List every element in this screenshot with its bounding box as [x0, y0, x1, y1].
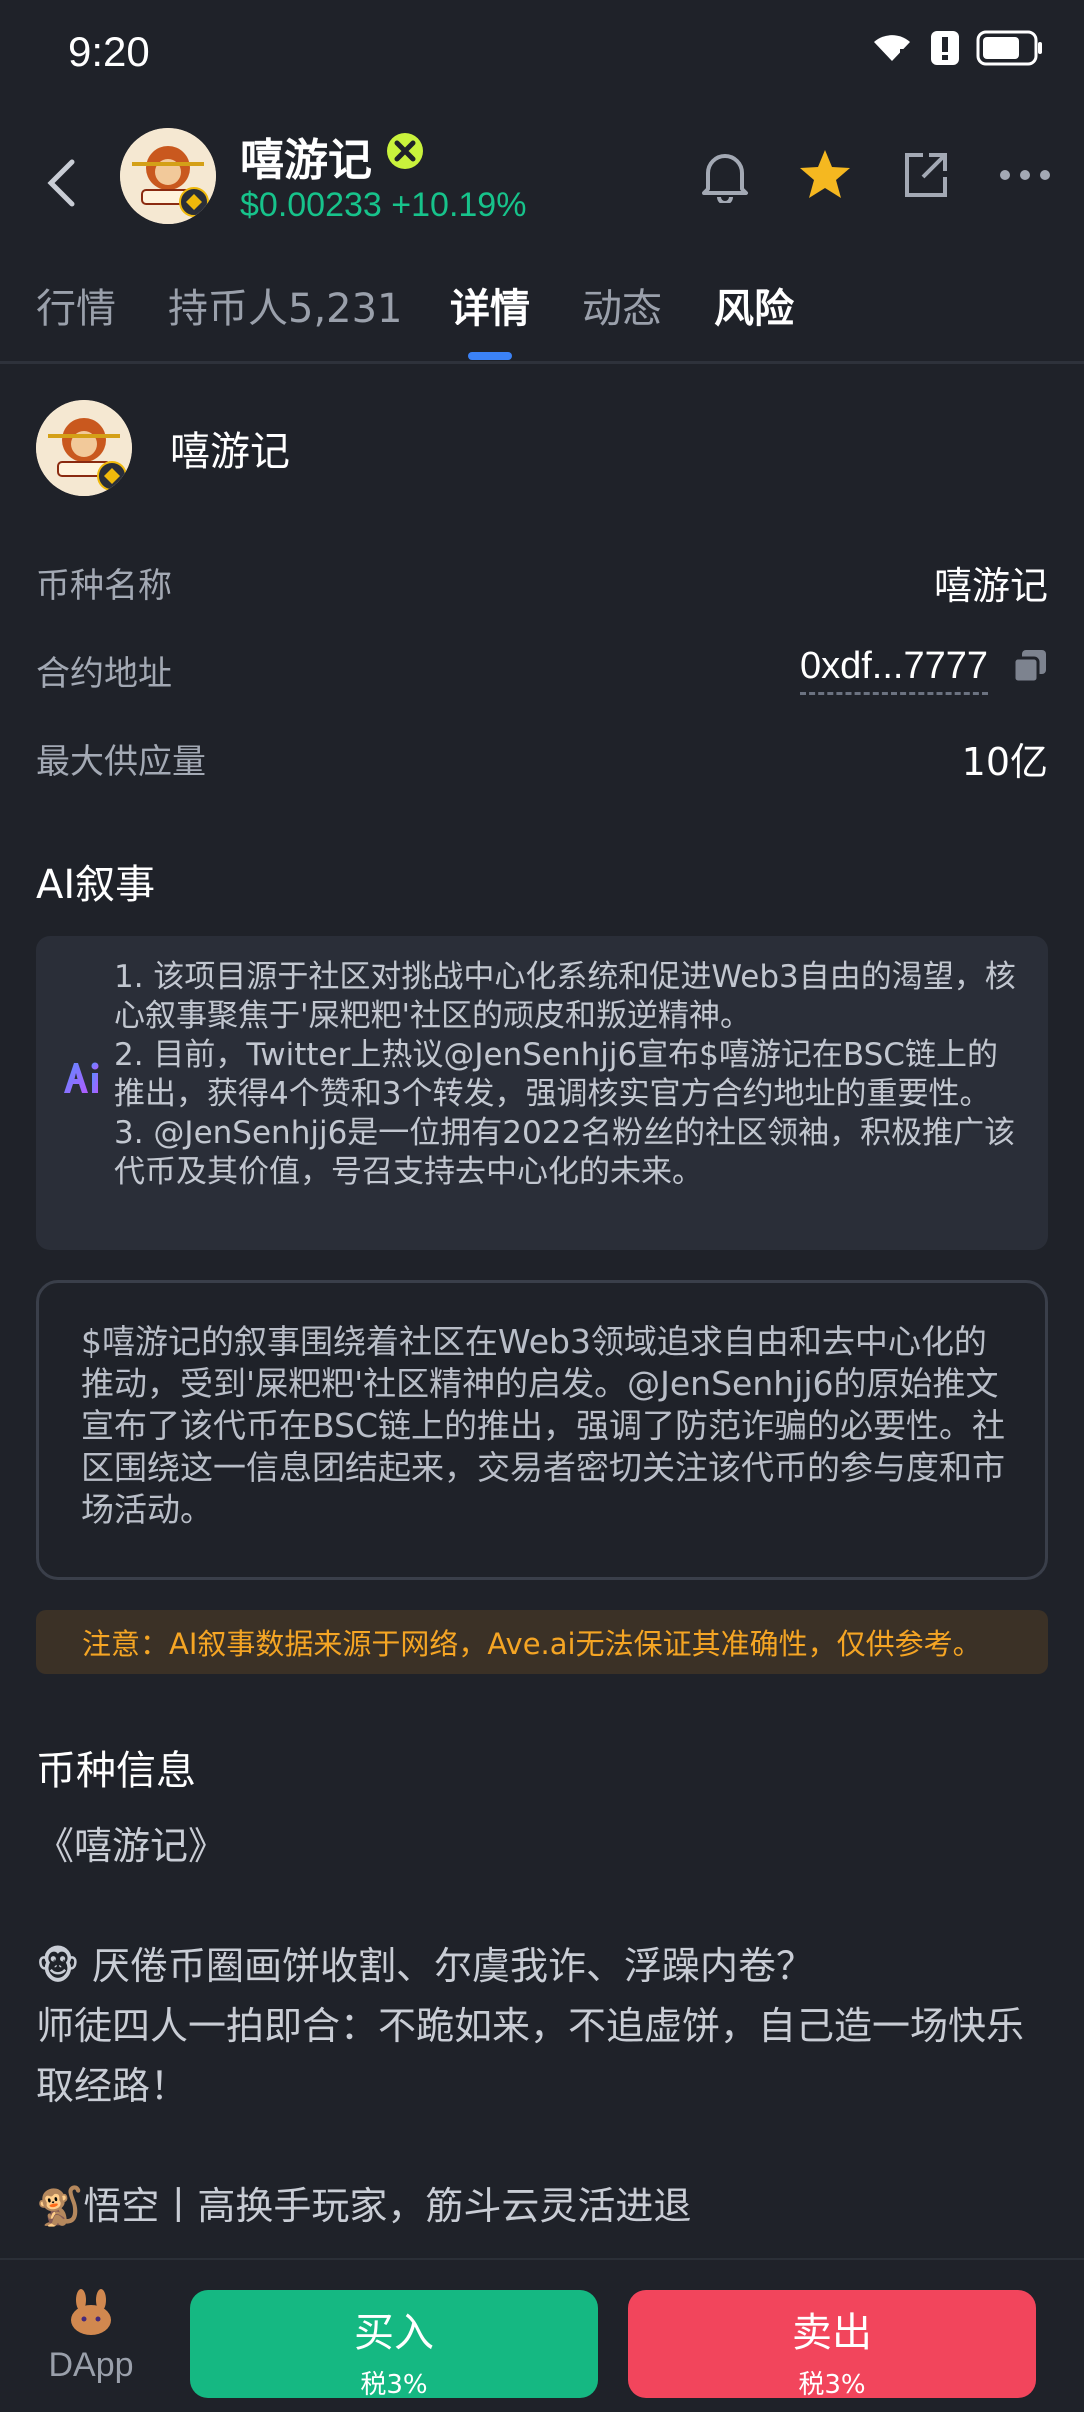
status-bar: 9:20 [0, 0, 1084, 110]
header-actions [696, 146, 1054, 204]
back-button[interactable] [36, 148, 86, 218]
tab-indicator [468, 352, 512, 360]
back-icon [47, 159, 75, 207]
token-header: 嘻游记 $0.00233 +10.19% [0, 110, 1084, 260]
more-icon[interactable] [996, 146, 1054, 204]
tab-holders[interactable]: 持币人5,231 [168, 276, 403, 334]
bottom-action-bar: DApp 买入 税3% 卖出 税3% [0, 2258, 1084, 2412]
buy-button[interactable]: 买入 税3% [190, 2290, 598, 2400]
bell-icon[interactable] [696, 146, 754, 204]
coin-description: 《嘻游记》 🐵 厌倦币圈画饼收割、尔虞我诈、浮躁内卷？ 师徒四人一拍即合：不跪如… [36, 1816, 1056, 2236]
status-time: 9:20 [68, 28, 150, 75]
buy-tax: 税3% [360, 2370, 428, 2400]
ai-point: 1. 该项目源于社区对挑战中心化系统和促进Web3自由的渴望，核心叙事聚焦于'屎… [114, 959, 1016, 1034]
status-icons [870, 30, 1044, 70]
info-value: 10亿 [961, 739, 1048, 784]
ai-point: 2. 目前，Twitter上热议@JenSenhjj6宣布$嘻游记在BSC链上的… [114, 1037, 998, 1112]
info-label: 最大供应量 [36, 741, 206, 782]
info-row-max-supply: 最大供应量 10亿 [36, 728, 1048, 788]
sell-tax: 税3% [798, 2370, 866, 2400]
desc-line: 师徒四人一拍即合：不跪如来，不追虚饼，自己造一场快乐取经路！ [36, 2004, 1025, 2108]
info-row-contract: 合约地址 0xdf...7777 [36, 640, 1048, 700]
tab-risk[interactable]: 风险 [714, 276, 794, 334]
ai-points-list: 1. 该项目源于社区对挑战中心化系统和促进Web3自由的渴望，核心叙事聚焦于'屎… [114, 958, 1024, 1192]
ai-logo-icon [62, 1060, 102, 1104]
tab-market[interactable]: 行情 [36, 276, 116, 334]
info-row-coin-name: 币种名称 嘻游记 [36, 552, 1048, 612]
wifi-icon [870, 31, 914, 69]
battery-icon [976, 30, 1044, 70]
token-price-change: $0.00233 +10.19% [240, 186, 526, 225]
token-name: 嘻游记 [170, 429, 290, 475]
info-label: 币种名称 [36, 565, 172, 606]
token-detail-page: 9:20 嘻游记 $0.00233 +10.19% 行情 持币人5,231 详情… [0, 0, 1084, 2412]
share-icon[interactable] [896, 146, 954, 204]
ai-point: 3. @JenSenhjj6是一位拥有2022名粉丝的社区领袖，积极推广该代币及… [114, 1115, 1016, 1190]
ai-summary-text: $嘻游记的叙事围绕着社区在Web3领域追求自由和去中心化的推动，受到'屎粑粑'社… [81, 1322, 1006, 1529]
tab-activity[interactable]: 动态 [582, 276, 662, 334]
token-price: $0.00233 [240, 186, 382, 224]
coin-info-title: 币种信息 [36, 1748, 196, 1794]
token-title: 嘻游记 [240, 135, 372, 186]
contract-address[interactable]: 0xdf...7777 [799, 645, 988, 695]
ai-disclaimer: 注意：AI叙事数据来源于网络，Ave.ai无法保证其准确性，仅供参考。 [36, 1610, 1048, 1674]
alert-icon [930, 30, 960, 70]
dapp-button[interactable]: DApp [36, 2288, 146, 2385]
star-icon[interactable] [796, 146, 854, 204]
desc-line: 🐒悟空丨高换手玩家，筋斗云灵活进退 [36, 2184, 692, 2228]
desc-line [36, 2116, 1056, 2176]
dapp-label: DApp [48, 2346, 134, 2384]
desc-line: 《嘻游记》 [36, 1824, 227, 1868]
details-content: 嘻游记 币种名称 嘻游记 合约地址 0xdf...7777 最大供应量 10亿 … [0, 368, 1084, 2258]
contract-value: 0xdf...7777 [799, 645, 1048, 695]
ai-section-title: AI叙事 [36, 862, 156, 908]
token-change: +10.19% [391, 186, 527, 224]
desc-line: 🐵 厌倦币圈画饼收割、尔虞我诈、浮躁内卷？ [36, 1944, 815, 1988]
sell-label: 卖出 [792, 2310, 872, 2356]
verified-icon [386, 132, 424, 170]
token-avatar [120, 128, 216, 224]
ai-summary-box: $嘻游记的叙事围绕着社区在Web3领域追求自由和去中心化的推动，受到'屎粑粑'社… [36, 1280, 1048, 1580]
sell-button[interactable]: 卖出 税3% [628, 2290, 1036, 2400]
tab-bar: 行情 持币人5,231 详情 动态 风险 [0, 268, 1084, 364]
info-value: 嘻游记 [933, 563, 1048, 608]
token-summary-row: 嘻游记 [36, 400, 290, 496]
ai-points-box: 1. 该项目源于社区对挑战中心化系统和促进Web3自由的渴望，核心叙事聚焦于'屎… [36, 936, 1048, 1250]
buy-label: 买入 [354, 2310, 434, 2356]
dapp-bunny-icon [71, 2289, 111, 2335]
copy-icon[interactable] [1012, 648, 1048, 693]
desc-line [36, 1876, 1056, 1936]
tab-details[interactable]: 详情 [450, 276, 530, 334]
info-label: 合约地址 [36, 653, 172, 694]
token-avatar-large [36, 400, 132, 496]
